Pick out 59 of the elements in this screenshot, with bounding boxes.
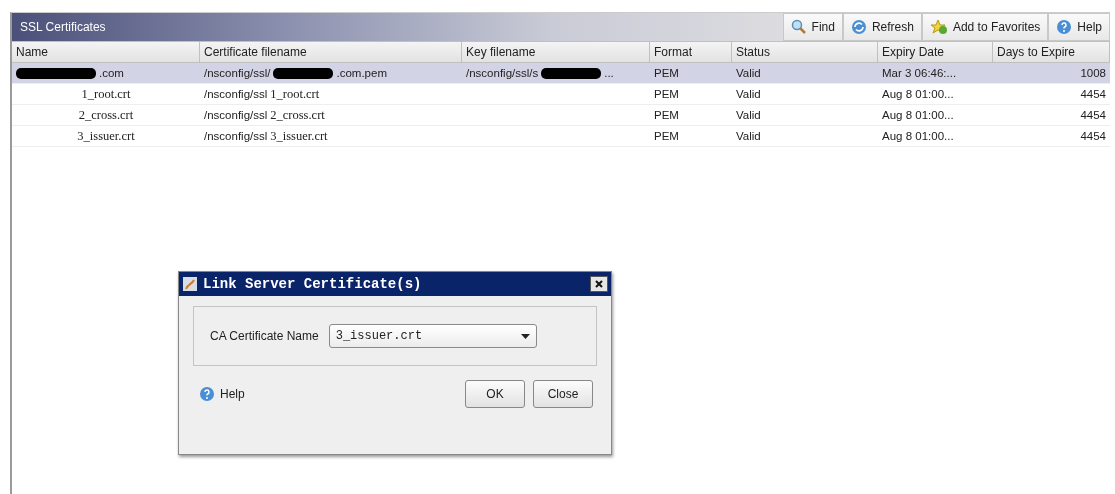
cell-text: Valid: [736, 88, 761, 100]
column-header[interactable]: Expiry Date: [878, 41, 993, 63]
close-icon: [595, 280, 603, 288]
cell-text: ...: [604, 67, 614, 79]
cell-text: /nsconfig/ssl: [204, 88, 268, 100]
cell-text: 2_cross.crt: [78, 107, 134, 123]
help-icon: [199, 386, 215, 402]
cell-text: 4454: [1080, 88, 1106, 100]
cell-text: PEM: [654, 109, 679, 121]
cell-text: 3_issuer.crt: [270, 128, 328, 144]
cell-text: Aug 8 01:00...: [882, 109, 954, 121]
cell-text: /nsconfig/ssl/s: [466, 67, 539, 79]
cell-text: 1_root.crt: [81, 86, 131, 102]
toolbar-button[interactable]: Add to Favorites: [921, 13, 1049, 41]
dialog-title: Link Server Certificate(s): [203, 276, 422, 292]
column-header[interactable]: Certificate filename: [200, 41, 462, 63]
cell-text: /nsconfig/ssl: [204, 109, 268, 121]
cell-text: Valid: [736, 109, 761, 121]
cell-text: 2_cross.crt: [270, 107, 325, 123]
cell-text: Aug 8 01:00...: [882, 88, 954, 100]
cell-text: 1008: [1080, 67, 1106, 79]
cell-text: Mar 3 06:46:...: [882, 67, 957, 79]
column-header[interactable]: Format: [650, 41, 732, 63]
cell-text: PEM: [654, 88, 679, 100]
redaction-mark: [273, 67, 334, 79]
cell-text: /nsconfig/ssl: [204, 130, 268, 142]
cell-text: Valid: [736, 130, 761, 142]
cell-text: PEM: [654, 67, 679, 79]
refresh-icon: [850, 19, 867, 35]
caret-icon: [520, 333, 530, 339]
redaction-mark: [541, 67, 602, 79]
cell-text: Aug 8 01:00...: [882, 130, 954, 142]
dialog-button[interactable]: Close: [533, 380, 593, 408]
column-header[interactable]: Name: [12, 41, 200, 63]
cell-text: 4454: [1080, 130, 1106, 142]
help-icon: [1056, 19, 1073, 35]
toolbar-button[interactable]: Refresh: [842, 13, 922, 41]
field-label: CA Certificate Name: [210, 329, 319, 343]
help-link[interactable]: Help: [199, 386, 245, 402]
cell-text: Valid: [736, 67, 761, 79]
toolbar-button[interactable]: Find: [782, 13, 843, 41]
search-icon: [790, 19, 807, 35]
cell-text: .com: [99, 67, 124, 79]
close-button[interactable]: [590, 276, 608, 292]
column-header[interactable]: Key filename: [462, 41, 650, 63]
toolbar-button[interactable]: Help: [1048, 13, 1110, 41]
column-header[interactable]: Days to Expire: [993, 41, 1110, 63]
panel-title: SSL Certificates: [12, 13, 783, 41]
dialog-button[interactable]: OK: [465, 380, 525, 408]
cell-text: /nsconfig/ssl/: [204, 67, 271, 79]
cell-text: 4454: [1080, 109, 1106, 121]
cell-text: 1_root.crt: [270, 86, 320, 102]
cell-text: .com.pem: [336, 67, 387, 79]
certificate-dropdown[interactable]: 3_issuer.crt: [328, 324, 537, 348]
cell-text: PEM: [654, 130, 679, 142]
app-icon: [182, 276, 198, 292]
column-header[interactable]: Status: [732, 41, 878, 63]
cell-text: 3_issuer.crt: [77, 128, 135, 144]
star-icon: [929, 19, 948, 35]
